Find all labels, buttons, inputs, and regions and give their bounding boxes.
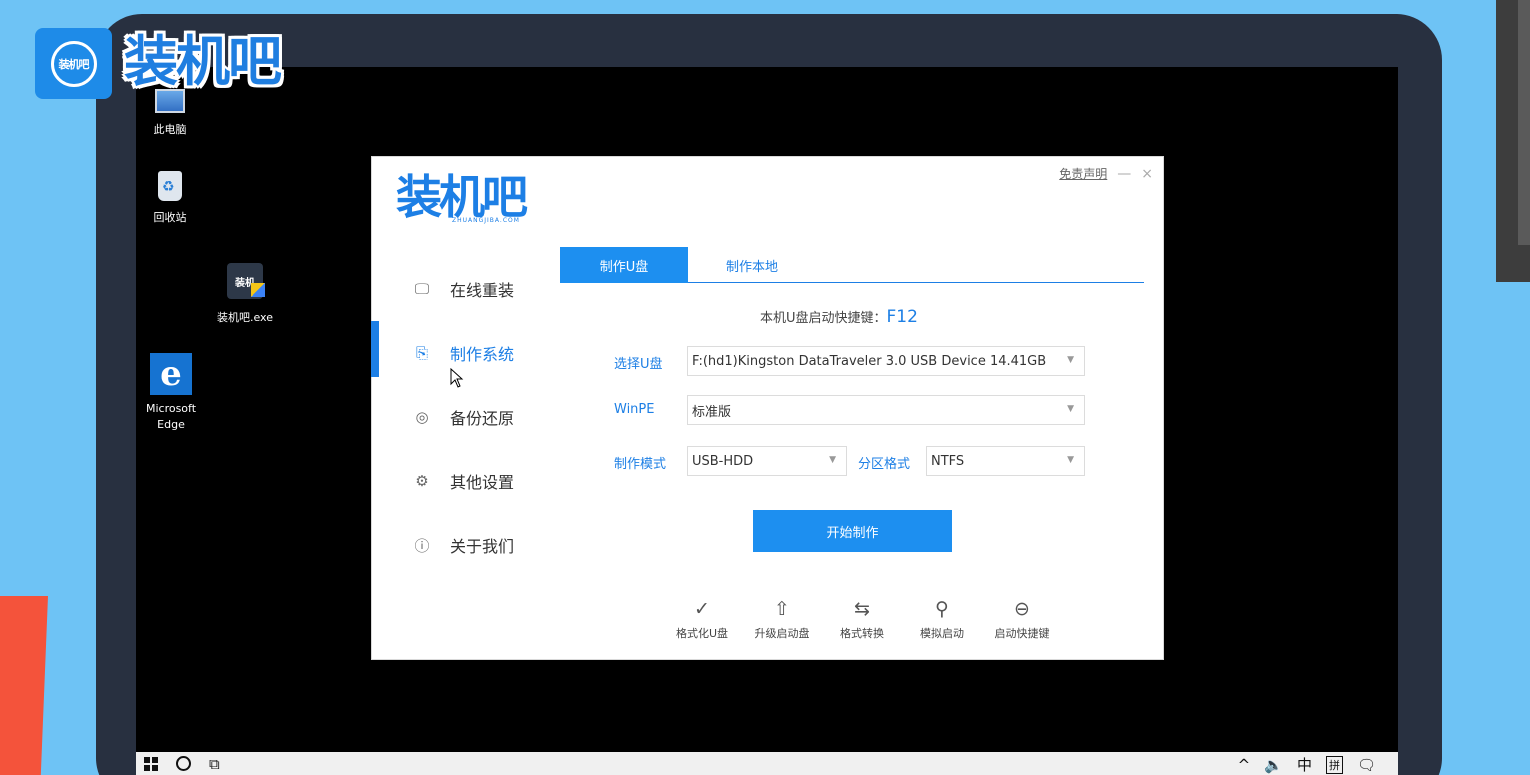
desktop-icon-label: 回收站: [153, 211, 187, 224]
sidebar: 🖵 在线重装 ⎘ 制作系统 ◎ 备份还原 ⚙ 其他设置 ⓘ 关于我们: [371, 257, 552, 577]
desktop-icon-label: 此电脑: [153, 123, 187, 136]
close-button[interactable]: ×: [1141, 166, 1153, 182]
monitor-icon: 🖵: [414, 280, 430, 298]
sidebar-item-label: 在线重装: [450, 281, 515, 300]
sidebar-item-label: 其他设置: [450, 473, 515, 492]
chevron-down-icon: ▼: [1067, 404, 1074, 414]
edge-icon: e: [150, 353, 192, 395]
partition-select[interactable]: NTFS ▼: [926, 446, 1085, 476]
ime-language[interactable]: 中: [1297, 754, 1312, 775]
ime-mode[interactable]: 拼: [1325, 755, 1343, 774]
tool-label: 升级启动盘: [754, 627, 810, 640]
hotkey-prefix: 本机U盘启动快捷键：: [760, 311, 887, 326]
volume-icon[interactable]: 🔈: [1264, 756, 1283, 774]
app-logo: 装机吧 ZHUANGJIBA.COM: [396, 170, 528, 224]
brand-logo-text: 装机吧: [124, 30, 282, 93]
tool-simulate-boot[interactable]: ⚲ 模拟启动: [902, 597, 982, 641]
minimize-button[interactable]: —: [1117, 166, 1131, 182]
usb-icon: ⎘: [415, 344, 428, 362]
sidebar-item-about-us[interactable]: ⓘ 关于我们: [372, 513, 552, 577]
sidebar-item-label: 制作系统: [450, 345, 515, 364]
mouse-cursor-icon: [450, 368, 464, 388]
tool-format-convert[interactable]: ⇆ 格式转换: [822, 597, 902, 641]
windows-start-icon[interactable]: [144, 756, 158, 771]
tool-label: 格式化U盘: [675, 627, 729, 640]
desktop-icon-recycle-bin[interactable]: 回收站: [150, 171, 190, 225]
brand-badge-logo: 装机吧: [35, 28, 112, 99]
zhuangjiba-app-icon: 装机: [227, 263, 265, 299]
usb-select-label: 选择U盘: [614, 357, 663, 372]
mode-select[interactable]: USB-HDD ▼: [687, 446, 847, 476]
tool-label: 格式转换: [840, 627, 884, 640]
usb-select[interactable]: F:(hd1)Kingston DataTraveler 3.0 USB Dev…: [687, 346, 1085, 376]
tab-make-usb[interactable]: 制作U盘: [560, 247, 688, 283]
tool-boot-hotkey[interactable]: ⊖ 启动快捷键: [982, 597, 1062, 641]
tool-bar: ✓ 格式化U盘 ⇧ 升级启动盘 ⇆ 格式转换 ⚲ 模拟启动 ⊖ 启动快捷键: [662, 597, 1062, 641]
tool-label: 启动快捷键: [994, 627, 1050, 640]
tab-bar: 制作U盘 制作本地: [560, 247, 1144, 283]
hotkey-info: 本机U盘启动快捷键：F12: [760, 307, 918, 327]
app-logo-subtext: ZHUANGJIBA.COM: [452, 217, 520, 224]
sidebar-item-other-settings[interactable]: ⚙ 其他设置: [372, 449, 552, 513]
window-controls: 免责声明 — ×: [1059, 165, 1153, 182]
tab-make-local[interactable]: 制作本地: [688, 247, 816, 283]
recycle-bin-icon: [158, 171, 182, 201]
partition-select-value: NTFS: [931, 453, 965, 469]
task-view-icon[interactable]: ⧉: [209, 755, 220, 773]
sidebar-item-label: 备份还原: [450, 409, 515, 428]
app-window: 装机吧 ZHUANGJIBA.COM 免责声明 — × 🖵 在线重装 ⎘ 制作系…: [371, 156, 1164, 660]
disclaimer-link[interactable]: 免责声明: [1059, 165, 1107, 182]
background-gray-panel: [1496, 0, 1530, 282]
sidebar-item-online-reinstall[interactable]: 🖵 在线重装: [372, 257, 552, 321]
convert-icon: ⇆: [854, 598, 870, 620]
chevron-down-icon: ▼: [1067, 455, 1074, 465]
desktop-icon-this-pc[interactable]: 此电脑: [150, 89, 190, 137]
app-logo-text: 装机吧: [396, 170, 528, 224]
check-circle-icon: ✓: [694, 598, 710, 620]
winpe-select[interactable]: 标准版 ▼: [687, 395, 1085, 425]
desktop-icon-zhuangjiba-exe[interactable]: 装机 装机吧.exe: [212, 263, 278, 325]
desktop-icon-edge[interactable]: e Microsoft Edge: [138, 353, 204, 433]
mouse-icon: ⊖: [1014, 598, 1030, 620]
info-icon: ⓘ: [414, 536, 430, 555]
tool-upgrade-boot-disk[interactable]: ⇧ 升级启动盘: [742, 597, 822, 641]
notification-icon[interactable]: 🗨: [1357, 756, 1376, 774]
tool-label: 模拟启动: [920, 627, 964, 640]
upload-circle-icon: ⇧: [774, 598, 790, 620]
settings-icon: ⚙: [415, 472, 429, 490]
start-button[interactable]: 开始制作: [753, 510, 952, 552]
partition-label: 分区格式: [858, 457, 911, 472]
background-red-shape: [0, 596, 48, 775]
sidebar-item-label: 关于我们: [450, 537, 515, 556]
chevron-up-icon[interactable]: ^: [1238, 756, 1251, 774]
backup-icon: ◎: [415, 408, 429, 426]
brand-badge-text: 装机吧: [50, 40, 97, 87]
desktop-icon-label: Microsoft Edge: [145, 402, 197, 431]
sidebar-item-backup-restore[interactable]: ◎ 备份还原: [372, 385, 552, 449]
desktop-icon-label: 装机吧.exe: [216, 311, 273, 324]
taskbar: ⧉ ^ 🔈 中 拼 🗨: [136, 752, 1398, 775]
chevron-down-icon: ▼: [1067, 355, 1074, 365]
winpe-label: WinPE: [614, 402, 655, 417]
chevron-down-icon: ▼: [829, 455, 836, 465]
hotkey-key: F12: [886, 307, 918, 327]
search-icon[interactable]: [176, 756, 191, 771]
usb-select-value: F:(hd1)Kingston DataTraveler 3.0 USB Dev…: [692, 353, 1047, 369]
mode-label: 制作模式: [614, 457, 667, 472]
tool-format-usb[interactable]: ✓ 格式化U盘: [662, 597, 742, 641]
simulate-icon: ⚲: [935, 598, 949, 620]
winpe-select-value: 标准版: [692, 404, 732, 420]
mode-select-value: USB-HDD: [692, 453, 754, 469]
